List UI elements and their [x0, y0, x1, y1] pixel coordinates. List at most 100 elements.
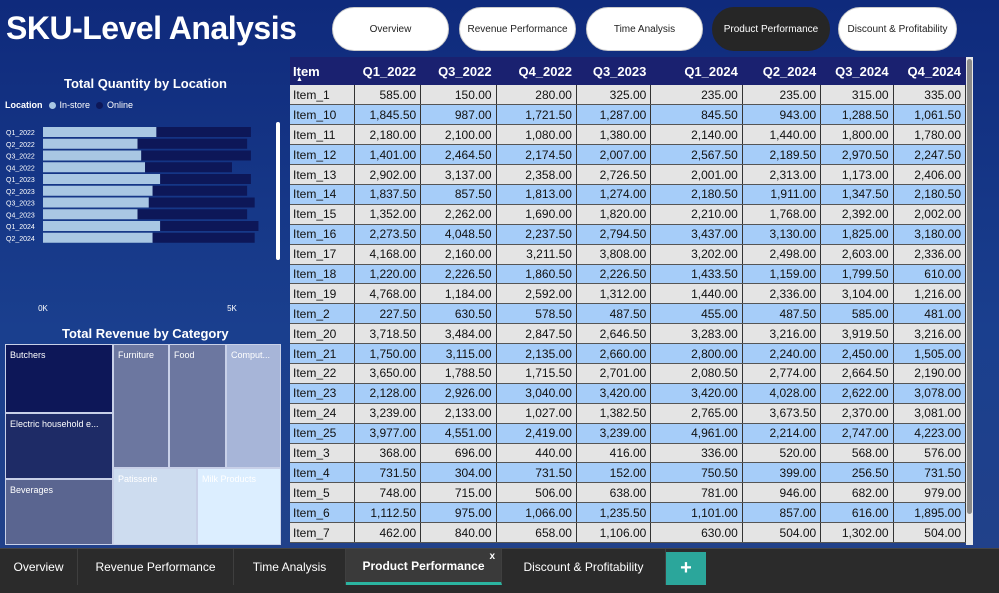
nav-button-overview[interactable]: Overview [332, 7, 449, 51]
legend-title: Location [5, 100, 43, 110]
table-row[interactable]: Item_15 1,352.00 2,262.00 1,690.00 1,820.00 2… [290, 204, 966, 225]
nav-button-product-performance[interactable]: Product Performance [712, 7, 830, 51]
table-row[interactable]: Item_25 3,977.00 4,551.00 2,419.00 3,239.00 4… [290, 423, 966, 444]
bar-online[interactable] [156, 127, 251, 137]
table-row[interactable]: Item_5 748.00 715.00 506.00 638.00 781.00 946.… [290, 482, 966, 504]
table-row[interactable]: Item_13 2,902.00 3,137.00 2,358.00 2,726.50 2… [290, 164, 966, 185]
table-cell: 2,358.00 [496, 164, 577, 185]
tab-revenue-performance[interactable]: Revenue Performance [78, 549, 234, 585]
bar-online[interactable] [137, 209, 248, 220]
table-row[interactable]: Item_1 585.00 150.00 280.00 325.00 235.00 235.… [290, 85, 966, 106]
bar-in-store[interactable] [43, 174, 161, 184]
treemap-tile-patisserie[interactable]: Patisserie [113, 468, 197, 545]
nav-button-revenue-performance[interactable]: Revenue Performance [459, 7, 576, 51]
column-header[interactable]: Q1_2022 [354, 57, 422, 85]
table-row[interactable]: Item_22 3,650.00 1,788.50 1,715.50 2,701.00 2… [290, 363, 966, 384]
column-header[interactable]: Q4_2024 [893, 57, 966, 85]
table-cell: 1,440.00 [742, 124, 822, 146]
treemap-tile-label: Butchers [10, 350, 46, 360]
close-icon[interactable]: x [489, 551, 495, 562]
table-row[interactable]: Item_16 2,273.50 4,048.50 2,237.50 2,794.50 3… [290, 224, 966, 245]
bar-in-store[interactable] [43, 150, 142, 161]
tab-overview[interactable]: Overview [0, 549, 78, 585]
bar-online[interactable] [145, 162, 232, 173]
table-cell: 2,226.50 [576, 264, 652, 285]
bar-in-store[interactable] [43, 209, 138, 220]
column-header[interactable]: Q4_2022 [496, 57, 577, 85]
table-cell: 2,603.00 [820, 244, 894, 265]
qty-chart-scrollbar[interactable] [276, 122, 280, 260]
bar-online[interactable] [152, 232, 255, 243]
table-cell: 2,800.00 [650, 343, 743, 364]
table-cell: 4,168.00 [354, 244, 422, 265]
sort-ascending-icon[interactable]: ▲ [296, 76, 303, 83]
nav-button-discount-profitability[interactable]: Discount & Profitability [838, 7, 957, 51]
y-tick-label: Q1_2024 [6, 224, 35, 231]
table-row[interactable]: Item_21 1,750.00 3,115.00 2,135.00 2,660.00 2… [290, 343, 966, 364]
bar-in-store[interactable] [43, 232, 153, 243]
column-header-item[interactable]: Item ▲ [290, 57, 355, 85]
qty-chart-legend: Location In-store Online [5, 100, 133, 110]
bar-in-store[interactable] [43, 162, 146, 173]
x-tick-label: 0K [38, 304, 48, 313]
table-row[interactable]: Item_6 1,112.50 975.00 1,066.00 1,235.50 1,10… [290, 502, 966, 524]
table-cell: 1,288.50 [820, 104, 894, 126]
tab-discount-profitability[interactable]: Discount & Profitability [502, 549, 666, 585]
treemap-tile-computers[interactable]: Comput... [226, 344, 281, 468]
table-scrollbar-thumb[interactable] [967, 59, 972, 514]
table-row[interactable]: Item_24 3,239.00 2,133.00 1,027.00 1,382.50 2… [290, 403, 966, 424]
table-row[interactable]: Item_12 1,401.00 2,464.50 2,174.50 2,007.00 2… [290, 144, 966, 166]
bar-online[interactable] [137, 138, 248, 149]
column-header[interactable]: Q3_2024 [820, 57, 894, 85]
bar-in-store[interactable] [43, 197, 149, 208]
bar-online[interactable] [160, 174, 251, 184]
table-row[interactable]: Item_17 4,168.00 2,160.00 3,211.50 3,808.00 3… [290, 244, 966, 265]
table-row[interactable]: Item_18 1,220.00 2,226.50 1,860.50 2,226.50 1… [290, 264, 966, 285]
table-cell: 715.00 [420, 482, 497, 504]
y-tick-label: Q3_2023 [6, 201, 35, 208]
treemap-tile-food[interactable]: Food [169, 344, 226, 468]
bar-online[interactable] [152, 185, 248, 196]
table-scrollbar[interactable] [966, 57, 973, 545]
column-header[interactable]: Q1_2024 [650, 57, 743, 85]
treemap-tile-furniture[interactable]: Furniture [113, 344, 169, 468]
bar-in-store[interactable] [43, 127, 157, 137]
table-cell: 504.00 [742, 522, 822, 543]
treemap-tile-label: Patisserie [118, 474, 158, 484]
table-row[interactable]: Item_20 3,718.50 3,484.00 2,847.50 2,646.50 3… [290, 323, 966, 345]
tab-time-analysis[interactable]: Time Analysis [234, 549, 346, 585]
bar-in-store[interactable] [43, 138, 138, 149]
bar-in-store[interactable] [43, 185, 153, 196]
tab-label: Time Analysis [252, 560, 327, 574]
table-cell: 4,768.00 [354, 283, 422, 305]
table-row[interactable]: Item_2 227.50 630.50 578.50 487.50 455.00 487.… [290, 303, 966, 325]
table-row[interactable]: Item_11 2,180.00 2,100.00 1,080.00 1,380.00 2… [290, 124, 966, 146]
table-row[interactable]: Item_3 368.00 696.00 440.00 416.00 336.00 520.… [290, 443, 966, 464]
table-cell: 4,223.00 [893, 423, 966, 444]
treemap-tile-beverages[interactable]: Beverages [5, 479, 113, 545]
table-row[interactable]: Item_4 731.50 304.00 731.50 152.00 750.50 399.… [290, 462, 966, 484]
table-row[interactable]: Item_19 4,768.00 1,184.00 2,592.00 1,312.00 1… [290, 283, 966, 305]
column-header[interactable]: Q2_2024 [742, 57, 822, 85]
table-row[interactable]: Item_14 1,837.50 857.50 1,813.00 1,274.00 2,1… [290, 184, 966, 205]
column-header[interactable]: Q3_2022 [420, 57, 497, 85]
treemap-tile-electric[interactable]: Electric household e... [5, 413, 113, 479]
add-page-button[interactable]: + [666, 552, 706, 585]
bar-online[interactable] [160, 221, 259, 231]
table-cell-item: Item_5 [290, 482, 355, 504]
bar-in-store[interactable] [43, 221, 161, 231]
table-cell: 682.00 [820, 482, 894, 504]
bar-online[interactable] [141, 150, 251, 161]
nav-button-time-analysis[interactable]: Time Analysis [586, 7, 703, 51]
table-cell: 975.00 [420, 502, 497, 524]
table-row[interactable]: Item_7 462.00 840.00 658.00 1,106.00 630.00 50… [290, 522, 966, 543]
tab-product-performance[interactable]: Product Performance x [346, 549, 502, 585]
column-header[interactable]: Q3_2023 [576, 57, 652, 85]
table-row[interactable]: Item_10 1,845.50 987.00 1,721.50 1,287.00 845… [290, 104, 966, 126]
table-cell: 1,800.00 [820, 124, 894, 146]
treemap-tile-butchers[interactable]: Butchers [5, 344, 113, 413]
table-row[interactable]: Item_23 2,128.00 2,926.00 3,040.00 3,420.00 3… [290, 383, 966, 404]
table-cell: 2,262.00 [420, 204, 497, 225]
treemap-tile-milk-products[interactable]: Milk Products [197, 468, 281, 545]
bar-online[interactable] [148, 197, 255, 208]
